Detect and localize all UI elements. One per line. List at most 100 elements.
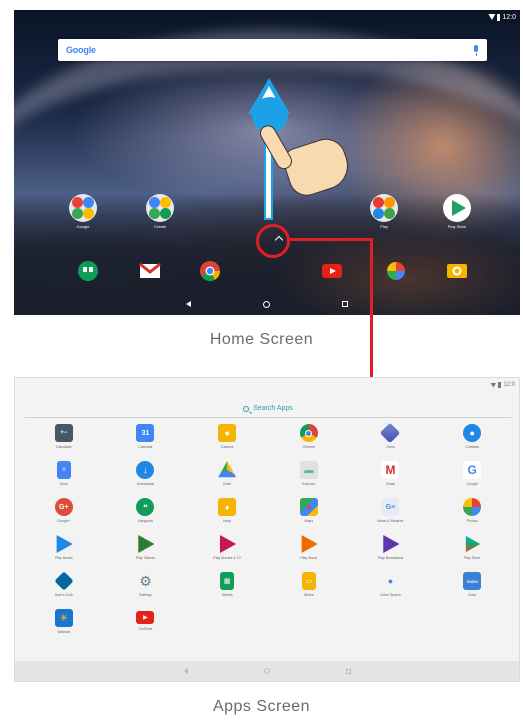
app-google[interactable]: G Google — [431, 461, 513, 498]
app-sams-club[interactable]: Sam's Club — [23, 571, 105, 609]
home-icon-google-folder[interactable]: Google — [67, 194, 99, 229]
app-label: Calculator — [55, 445, 72, 449]
app-label: Play Books — [55, 556, 73, 560]
photos-icon — [463, 498, 482, 516]
folder-icon — [69, 194, 97, 222]
home-icon[interactable] — [263, 668, 270, 674]
app-youtube[interactable]: ▶ YouTube — [105, 609, 187, 646]
folder-icon — [146, 194, 174, 222]
keep-icon: ♦ — [218, 498, 237, 516]
back-icon[interactable] — [186, 301, 191, 307]
app-play-books[interactable]: Play Books — [23, 535, 105, 572]
status-bar: 12:0 — [490, 382, 515, 388]
search-icon — [243, 405, 250, 412]
docs-icon: ≡ — [56, 461, 71, 479]
app-label: Camera — [220, 445, 234, 449]
app-downloads[interactable]: ↓ Downloads — [105, 461, 187, 498]
app-sheets[interactable]: ▦ Sheets — [186, 572, 268, 609]
app-label: Slides — [304, 593, 314, 597]
app-play-music[interactable]: Play Music — [268, 535, 350, 572]
walmart-icon: ✳ — [54, 609, 73, 627]
app-label: Sam's Club — [54, 593, 73, 597]
home-icon-label: Create — [153, 224, 166, 229]
app-grid: +− Calculator 31 Calendar ● Camera Chrom… — [23, 422, 513, 646]
google-search-bar[interactable]: Google — [58, 39, 487, 61]
app-news-weather[interactable]: G≡ News & Weather — [350, 498, 432, 535]
app-label: Play Newsstand — [377, 556, 404, 560]
sams-club-icon — [54, 571, 74, 591]
app-hangouts[interactable]: ❝ Hangouts — [105, 498, 187, 535]
app-chrome[interactable]: Chrome — [268, 424, 350, 461]
app-vudu[interactable]: VUDU Vudu — [431, 572, 513, 609]
chrome-icon[interactable] — [199, 260, 221, 282]
youtube-icon[interactable] — [321, 260, 343, 282]
camera-icon: ● — [218, 424, 237, 442]
clock-icon — [380, 422, 401, 444]
photos-icon[interactable] — [385, 260, 407, 282]
app-slides[interactable]: ▭ Slides — [268, 572, 350, 609]
app-label: Vudu — [468, 593, 477, 597]
app-play-newsstand[interactable]: Play Newsstand — [350, 535, 432, 572]
mic-icon[interactable] — [473, 44, 479, 56]
status-time: 12:0 — [502, 13, 516, 21]
app-label: Chrome — [302, 445, 316, 449]
app-walmart[interactable]: ✳ Walmart — [23, 609, 105, 646]
app-voice-search[interactable]: ● Voice Search — [350, 572, 432, 609]
app-photos[interactable]: Photos — [431, 498, 513, 535]
app-camera[interactable]: ● Camera — [186, 424, 268, 461]
recents-icon[interactable] — [345, 668, 351, 674]
app-play-movies[interactable]: Play Movies & TV — [186, 535, 268, 572]
app-keep[interactable]: ♦ Keep — [186, 498, 268, 535]
app-clock[interactable]: Clock — [350, 422, 432, 461]
home-screen-caption: Home Screen — [209, 331, 314, 348]
app-label: Play Movies & TV — [213, 556, 241, 560]
app-label: News & Weather — [377, 519, 404, 523]
app-play-store[interactable]: Play Store — [431, 535, 513, 572]
app-label: Walmart — [57, 630, 71, 634]
navigation-bar — [14, 293, 520, 315]
battery-icon — [497, 13, 501, 21]
status-time: 12:0 — [503, 382, 515, 388]
play-books-icon — [56, 535, 73, 553]
camera-icon[interactable] — [446, 260, 468, 282]
recents-icon[interactable] — [342, 301, 348, 307]
gmail-icon[interactable] — [139, 260, 161, 282]
sheets-icon: ▦ — [220, 572, 235, 590]
google-logo: Google — [66, 45, 96, 55]
wifi-icon — [490, 382, 497, 388]
app-label: Play Store — [464, 556, 481, 560]
home-icon-label: Google — [76, 224, 90, 229]
app-calendar[interactable]: 31 Calendar — [105, 424, 187, 461]
app-maps[interactable]: ● Maps — [268, 498, 350, 535]
app-gmail[interactable]: M Gmail — [350, 461, 432, 498]
home-icon-label: Play — [380, 224, 388, 229]
wifi-icon — [488, 14, 496, 20]
calculator-icon: +− — [54, 424, 73, 442]
download-icon: ↓ — [136, 461, 155, 479]
hangouts-icon[interactable] — [77, 260, 99, 282]
pointing-hand-icon — [257, 120, 355, 201]
back-icon[interactable] — [183, 668, 188, 674]
connector-line — [290, 238, 373, 241]
app-contacts[interactable]: ● Contacts — [431, 424, 513, 461]
app-label: Clock — [386, 445, 395, 449]
home-icon-create-folder[interactable]: Create — [144, 194, 176, 229]
play-store-icon — [443, 194, 471, 222]
home-icon[interactable] — [263, 300, 270, 308]
navigation-bar — [15, 661, 519, 681]
app-explorer[interactable]: ▬ Explorer — [268, 461, 350, 498]
app-settings[interactable]: ⚙ Settings — [105, 572, 187, 609]
home-icon-play-store[interactable]: Play Store — [441, 194, 473, 229]
slides-icon: ▭ — [301, 572, 316, 590]
app-label: Downloads — [136, 482, 155, 486]
app-calculator[interactable]: +− Calculator — [23, 424, 105, 461]
app-docs[interactable]: ≡ Docs — [23, 461, 105, 498]
play-newsstand-icon — [383, 535, 400, 553]
app-drive[interactable]: Drive — [186, 461, 268, 498]
app-label: Calendar — [138, 445, 153, 449]
home-icon-play-folder[interactable]: Play — [368, 194, 400, 229]
search-apps-field[interactable]: Search Apps — [25, 400, 511, 418]
app-google-plus[interactable]: G+ Google+ — [23, 498, 105, 535]
app-label: Google+ — [57, 519, 71, 523]
app-play-games[interactable]: Play Games — [105, 535, 187, 572]
